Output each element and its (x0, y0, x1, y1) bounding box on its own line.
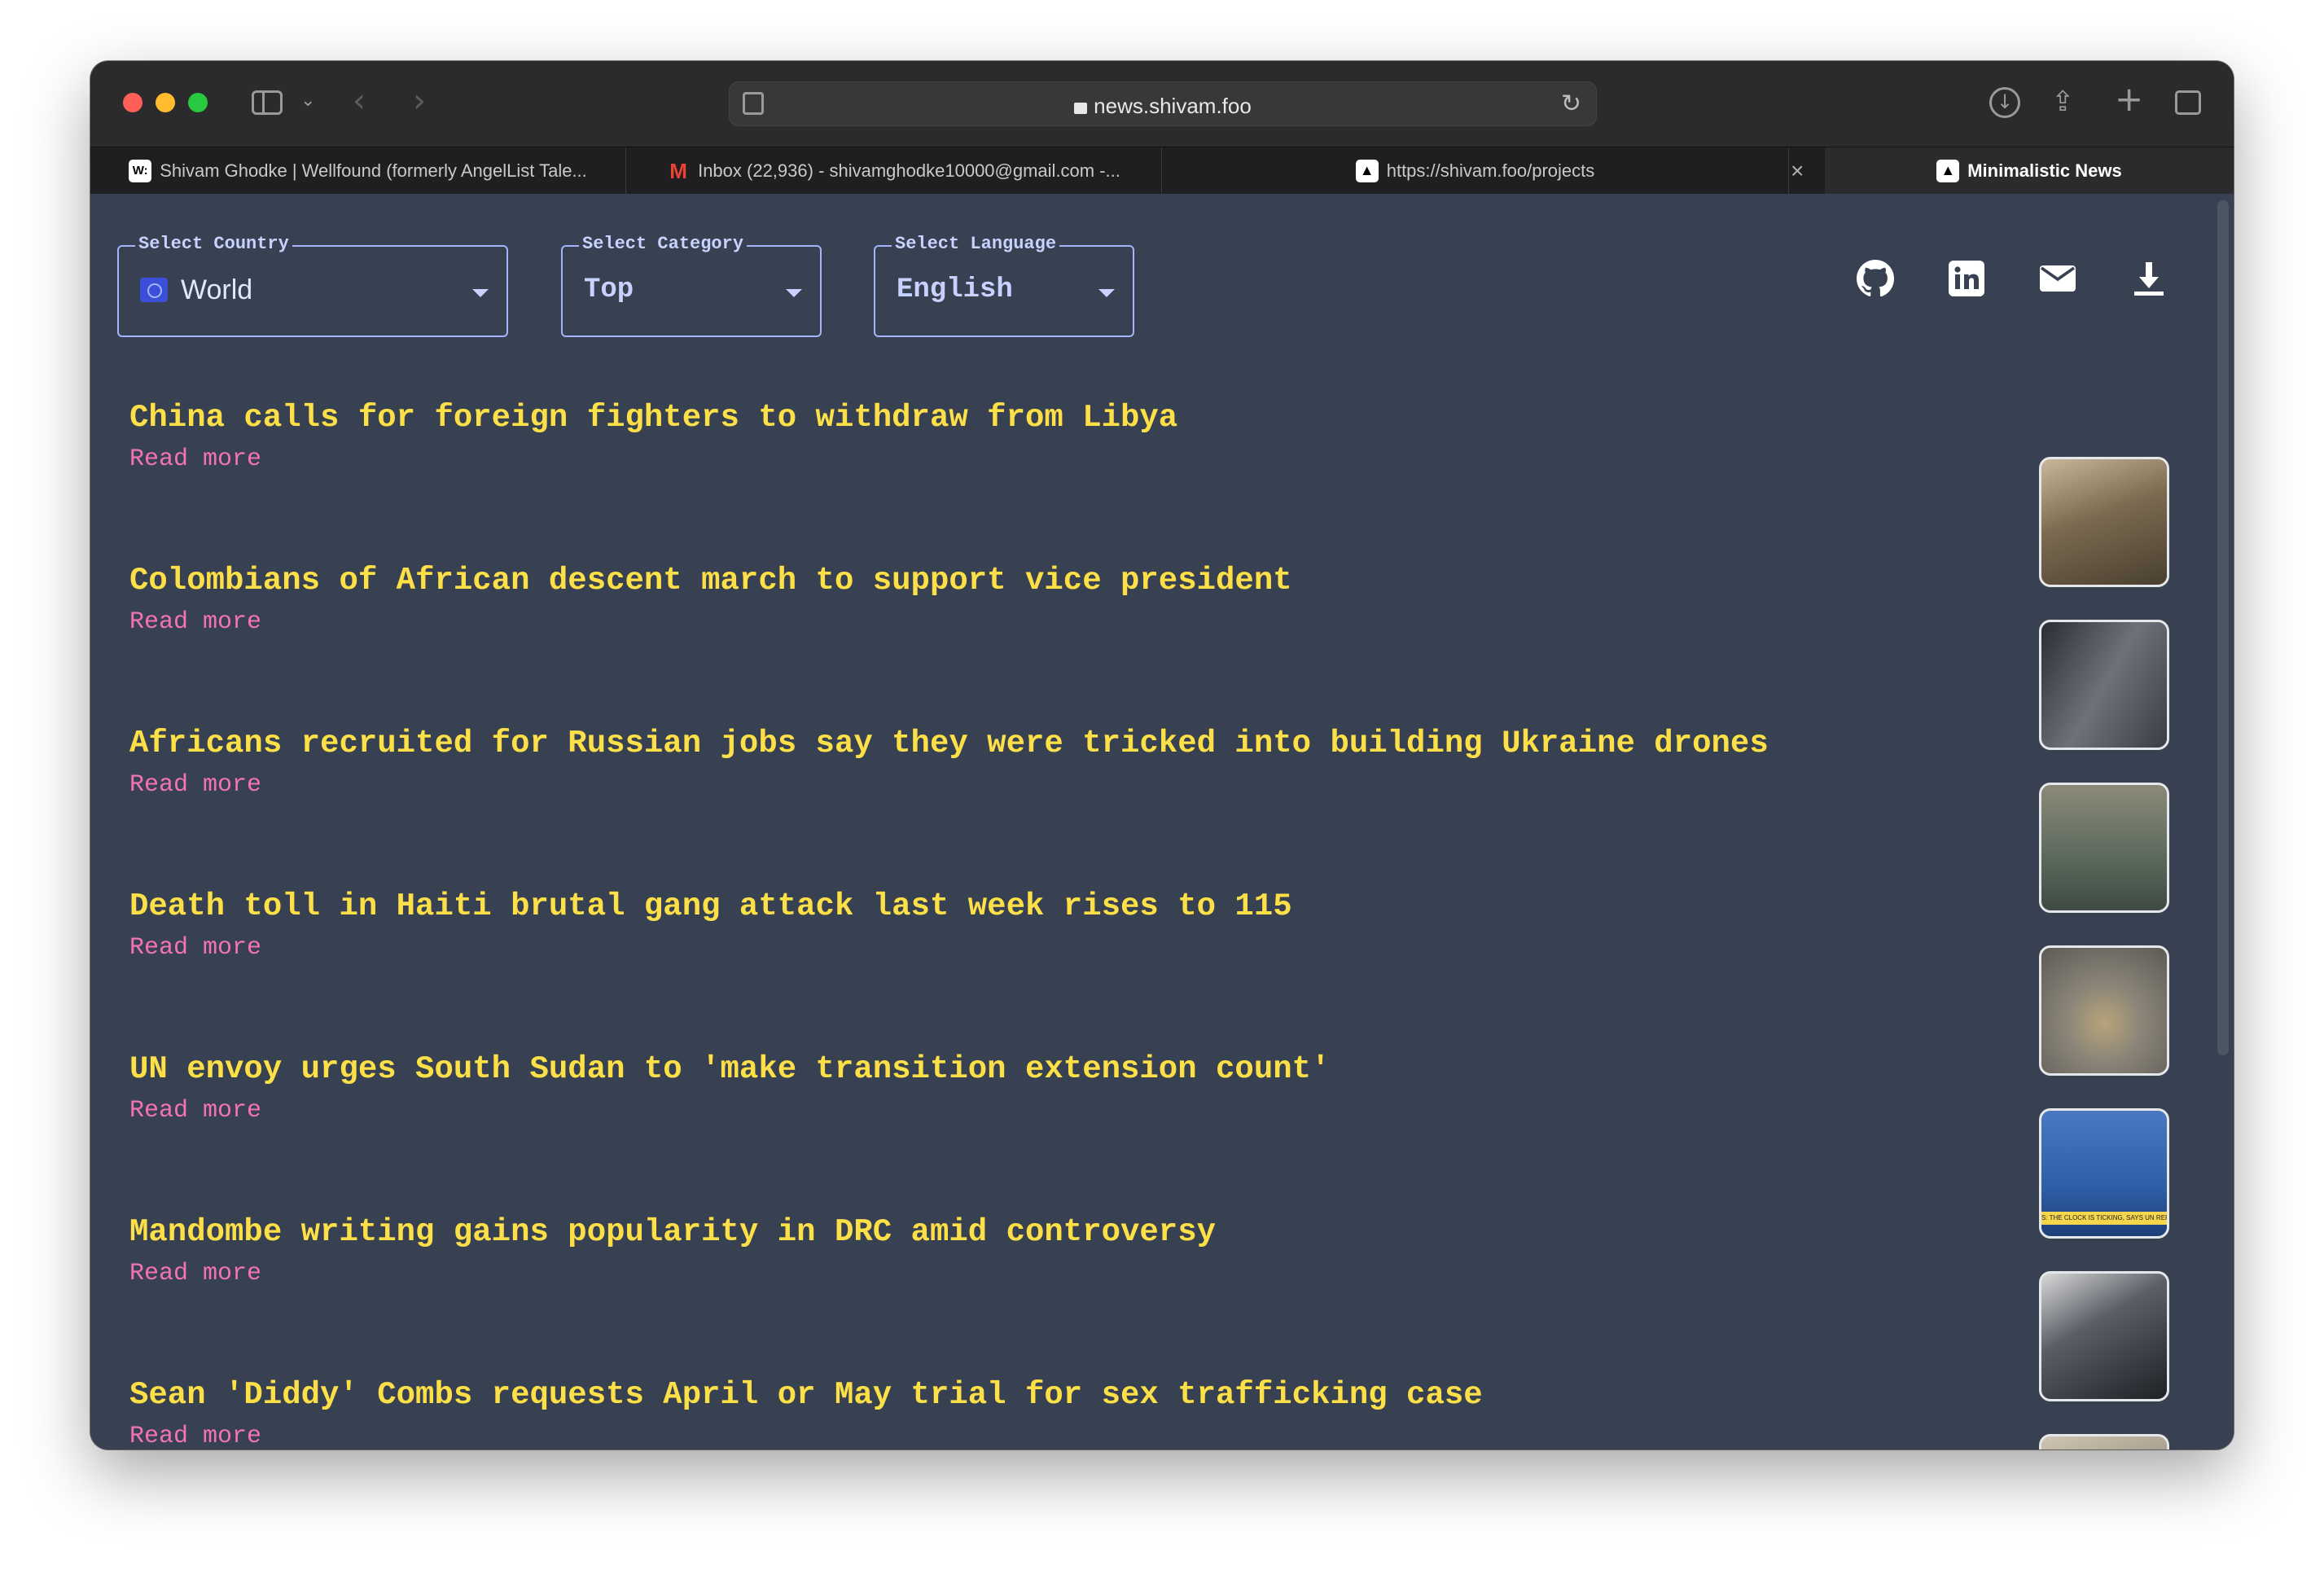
address-text[interactable]: news.shivam.foo (730, 94, 1596, 119)
news-thumbnail[interactable] (2039, 1434, 2169, 1449)
read-more-link[interactable]: Read more (129, 934, 261, 962)
globe-flag-icon (140, 278, 168, 302)
news-thumbnail[interactable] (2039, 620, 2169, 750)
news-headline[interactable]: UN envoy urges South Sudan to 'make tran… (129, 1051, 1330, 1092)
github-icon[interactable] (1856, 259, 1895, 298)
read-more-link[interactable]: Read more (129, 1423, 261, 1449)
read-more-link[interactable]: Read more (129, 1097, 261, 1125)
gmail-favicon-icon: M (669, 159, 687, 183)
forward-arrow-icon[interactable]: › (413, 82, 426, 120)
zoom-window-button[interactable] (188, 93, 208, 112)
tab-strip: W: Shivam Ghodke | Wellfound (formerly A… (90, 147, 2234, 195)
read-more-link[interactable]: Read more (129, 1260, 261, 1287)
news-item: Mandombe writing gains popularity in DRC… (129, 1214, 1216, 1287)
news-item: China calls for foreign fighters to with… (129, 400, 1177, 473)
tab-gmail[interactable]: M Inbox (22,936) - shivamghodke10000@gma… (626, 147, 1162, 195)
back-arrow-icon[interactable]: ‹ (353, 82, 366, 120)
new-tab-icon[interactable]: + (2115, 79, 2143, 119)
tab-label: Shivam Ghodke | Wellfound (formerly Ange… (160, 160, 587, 181)
category-select[interactable]: Select Category Top (561, 234, 822, 337)
language-select-value: English (897, 274, 1013, 305)
dropdown-caret-icon (1098, 289, 1115, 297)
tab-label: https://shivam.foo/projects (1386, 160, 1595, 181)
browser-toolbar: ⌄ ‹ › news.shivam.foo ↻ ↓ ⇪ + (90, 61, 2234, 147)
sidebar-toggle-icon[interactable] (252, 90, 283, 115)
category-select-label: Select Category (579, 234, 748, 254)
news-headline[interactable]: China calls for foreign fighters to with… (129, 400, 1177, 441)
thumbnail-caption: S: THE CLOCK IS TICKING, SAYS UN REPRES (2041, 1212, 2167, 1225)
news-headline[interactable]: Sean 'Diddy' Combs requests April or May… (129, 1377, 1483, 1418)
chevron-down-icon[interactable]: ⌄ (300, 90, 315, 111)
news-item: Death toll in Haiti brutal gang attack l… (129, 888, 1292, 962)
triangle-logo-icon: ▲ (1355, 160, 1379, 182)
country-select[interactable]: Select Country World (117, 234, 508, 337)
news-thumbnail[interactable] (2039, 1271, 2169, 1401)
tab-minimalistic-news[interactable]: ▲ Minimalistic News (1825, 147, 2234, 195)
tab-label: Minimalistic News (1967, 160, 2122, 181)
news-headline[interactable]: Mandombe writing gains popularity in DRC… (129, 1214, 1216, 1255)
page-content: Select Country World Select Category Top… (90, 194, 2234, 1449)
wellfound-favicon-icon: W: (129, 160, 152, 182)
dropdown-caret-icon (786, 289, 802, 297)
country-value-text: World (181, 274, 253, 305)
read-more-link[interactable]: Read more (129, 445, 261, 473)
dropdown-caret-icon (472, 289, 489, 297)
language-select-label: Select Language (892, 234, 1060, 254)
news-headline[interactable]: Africans recruited for Russian jobs say … (129, 726, 1769, 766)
share-icon[interactable]: ⇪ (2051, 86, 2075, 118)
triangle-logo-icon: ▲ (1936, 160, 1960, 182)
scrollbar[interactable] (2217, 200, 2229, 1055)
country-select-label: Select Country (135, 234, 292, 254)
news-thumbnail[interactable] (2039, 457, 2169, 587)
linkedin-icon[interactable] (1947, 259, 1986, 298)
minimize-window-button[interactable] (156, 93, 175, 112)
download-icon[interactable] (2129, 259, 2168, 298)
news-headline[interactable]: Colombians of African descent march to s… (129, 563, 1292, 603)
country-select-value: World (140, 274, 252, 306)
news-item: UN envoy urges South Sudan to 'make tran… (129, 1051, 1330, 1125)
news-item: Africans recruited for Russian jobs say … (129, 726, 1769, 799)
tab-label: Inbox (22,936) - shivamghodke10000@gmail… (698, 160, 1120, 181)
mail-icon[interactable] (2038, 259, 2077, 298)
browser-window: ⌄ ‹ › news.shivam.foo ↻ ↓ ⇪ + W: Shivam … (90, 61, 2234, 1449)
news-item: Colombians of African descent march to s… (129, 563, 1292, 636)
read-more-link[interactable]: Read more (129, 771, 261, 799)
news-thumbnail[interactable]: S: THE CLOCK IS TICKING, SAYS UN REPRES (2039, 1108, 2169, 1239)
reload-icon[interactable]: ↻ (1561, 90, 1581, 118)
news-headline[interactable]: Death toll in Haiti brutal gang attack l… (129, 888, 1292, 929)
downloads-icon[interactable]: ↓ (1989, 87, 2020, 118)
tab-projects[interactable]: ▲ https://shivam.foo/projects (1162, 147, 1789, 195)
address-bar[interactable]: news.shivam.foo ↻ (729, 81, 1597, 126)
tab-wellfound[interactable]: W: Shivam Ghodke | Wellfound (formerly A… (90, 147, 626, 195)
news-thumbnail[interactable] (2039, 783, 2169, 913)
news-item: Sean 'Diddy' Combs requests April or May… (129, 1377, 1483, 1449)
close-tab-icon[interactable]: × (1791, 147, 1804, 195)
read-more-link[interactable]: Read more (129, 608, 261, 636)
tab-overview-icon[interactable] (2175, 90, 2201, 115)
category-select-value: Top (584, 274, 634, 305)
language-select[interactable]: Select Language English (874, 234, 1134, 337)
news-thumbnail[interactable] (2039, 945, 2169, 1076)
close-window-button[interactable] (123, 93, 143, 112)
url-value: news.shivam.foo (1094, 94, 1252, 118)
lock-icon (1074, 103, 1088, 114)
